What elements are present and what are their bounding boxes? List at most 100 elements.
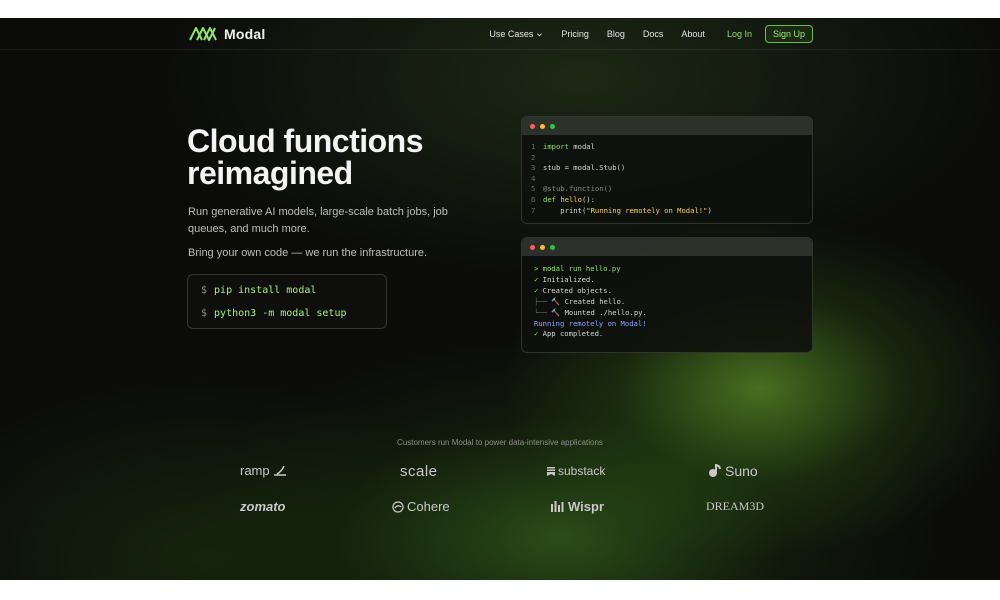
code-line: 2 (531, 153, 812, 164)
ramp-logo-text: ramp (240, 463, 270, 478)
cohere-icon (392, 500, 404, 513)
signup-button[interactable]: Sign Up (764, 25, 813, 43)
terminal-token: Initialized. (542, 274, 595, 284)
code-token: @stub.function() (543, 184, 613, 194)
terminal-line: ✓ Created objects. (534, 286, 812, 297)
code-token: print( (543, 205, 587, 215)
nav-blog[interactable]: Blog (607, 29, 625, 39)
install-commands-box[interactable]: $ pip install modal $ python3 -m modal set… (187, 274, 387, 329)
terminal-line: Running remotely on Modal! (534, 319, 812, 330)
terminal-token: > modal run hello.py (534, 264, 621, 273)
hero-title-line2: reimagined (187, 155, 353, 191)
customer-logo-scale: scale (400, 463, 438, 480)
substack-icon (547, 466, 555, 476)
nav-docs[interactable]: Docs (643, 29, 664, 39)
code-token: def (543, 194, 556, 204)
code-token: "Running remotely on Modal!" (586, 205, 708, 215)
line-number: 7 (531, 205, 536, 215)
code-token: stub = modal.Stub() (543, 163, 626, 173)
brand-logo[interactable]: Modal (188, 25, 265, 43)
terminal-token: App completed. (542, 329, 604, 339)
line-number: 6 (531, 194, 536, 204)
line-number: 5 (531, 184, 536, 194)
terminal-window: > modal run hello.py ✓ Initialized. ✓ Crea… (521, 237, 813, 353)
prompt-symbol: $ (201, 285, 208, 296)
hero-title: Cloud functions reimagined (187, 125, 487, 189)
customer-logo-wispr: Wispr (551, 499, 604, 514)
customer-logo-zomato: zomato (240, 499, 286, 514)
terminal-line: ├── 🔨 Created hello. (534, 297, 812, 308)
setup-command-text: python3 -m modal setup (214, 308, 347, 319)
code-token: modal (568, 142, 595, 151)
minimize-dot-icon (540, 123, 545, 129)
line-number: 2 (531, 152, 536, 162)
maximize-dot-icon (550, 244, 555, 250)
code-line: 6 def hello(): (531, 195, 812, 206)
top-nav: Modal Use Cases Pricing Blog Docs About … (0, 18, 1000, 50)
hero-title-line1: Cloud functions (187, 123, 424, 159)
hero-subtitle: Run generative AI models, large-scale ba… (188, 206, 448, 235)
code-line: 7 print("Running remotely on Modal!") (531, 206, 812, 217)
window-titlebar (522, 238, 812, 256)
cohere-logo-text: Cohere (407, 499, 450, 514)
nav-pricing[interactable]: Pricing (561, 29, 589, 39)
nav-links: Use Cases Pricing Blog Docs About Log In… (489, 25, 813, 43)
terminal-output: > modal run hello.py ✓ Initialized. ✓ Crea… (522, 256, 812, 340)
nav-use-cases[interactable]: Use Cases (489, 29, 543, 39)
window-titlebar (522, 117, 812, 135)
code-token: ) (707, 205, 712, 215)
code-token: import (543, 142, 569, 151)
code-content: 1 import modal 2 3 stub = modal.Stub() 4 5 @s… (522, 135, 812, 216)
install-command-text: pip install modal (214, 285, 317, 296)
customer-logo-ramp: ramp (240, 463, 287, 478)
terminal-token: ✓ (534, 285, 543, 295)
install-command[interactable]: $ pip install modal (201, 285, 316, 296)
terminal-line: ✓ Initialized. (534, 275, 812, 286)
terminal-line: > modal run hello.py (534, 264, 812, 275)
minimize-dot-icon (540, 244, 545, 250)
chevron-down-icon (537, 32, 543, 36)
customer-logo-suno: Suno (708, 463, 758, 479)
line-number: 4 (531, 173, 536, 183)
code-token: hello (560, 194, 582, 204)
code-editor-window: 1 import modal 2 3 stub = modal.Stub() 4 5 @s… (521, 116, 813, 224)
login-link[interactable]: Log In (727, 29, 752, 39)
modal-logo-icon (189, 27, 217, 41)
substack-logo-text: substack (558, 464, 606, 478)
terminal-token: ✓ (534, 329, 543, 339)
customer-logo-substack: substack (547, 464, 605, 478)
code-line: 1 import modal (531, 142, 812, 153)
terminal-line: └── 🔨 Mounted ./hello.py. (534, 308, 812, 319)
code-token: (): (581, 194, 595, 204)
code-line: 5 @stub.function() (531, 184, 812, 195)
wispr-logo-text: Wispr (568, 499, 604, 514)
line-number: 3 (531, 163, 536, 173)
landing-page: Modal Use Cases Pricing Blog Docs About … (0, 18, 1000, 580)
line-number: 1 (531, 142, 536, 151)
wispr-bars-icon (551, 500, 564, 512)
terminal-token: └── (534, 307, 552, 317)
suno-logo-text: Suno (725, 463, 758, 479)
customer-logo-cohere: Cohere (392, 499, 450, 514)
nav-use-cases-label: Use Cases (489, 29, 534, 39)
terminal-token: ├── (534, 296, 552, 306)
customers-caption: Customers run Modal to power data-intens… (397, 438, 603, 447)
nav-about[interactable]: About (681, 29, 705, 39)
brand-name: Modal (224, 26, 266, 42)
terminal-token: Running remotely on Modal! (534, 318, 647, 328)
terminal-token: Created objects. (542, 285, 612, 295)
terminal-token: ✓ (534, 274, 543, 284)
terminal-token: 🔨 Mounted ./hello.py. (551, 307, 647, 317)
code-line: 4 (531, 174, 812, 185)
terminal-token: 🔨 Created hello. (551, 296, 626, 306)
code-line: 3 stub = modal.Stub() (531, 163, 812, 174)
close-dot-icon (530, 123, 535, 129)
prompt-symbol: $ (201, 308, 208, 319)
maximize-dot-icon (550, 123, 555, 129)
ramp-swoosh-icon (273, 465, 286, 476)
customer-logo-dream3d: DREAM3D (706, 499, 765, 513)
terminal-line: ✓ App completed. (534, 329, 812, 340)
setup-command[interactable]: $ python3 -m modal setup (201, 308, 346, 319)
hero-tagline: Bring your own code — we run the infrast… (188, 247, 428, 259)
close-dot-icon (530, 244, 535, 250)
